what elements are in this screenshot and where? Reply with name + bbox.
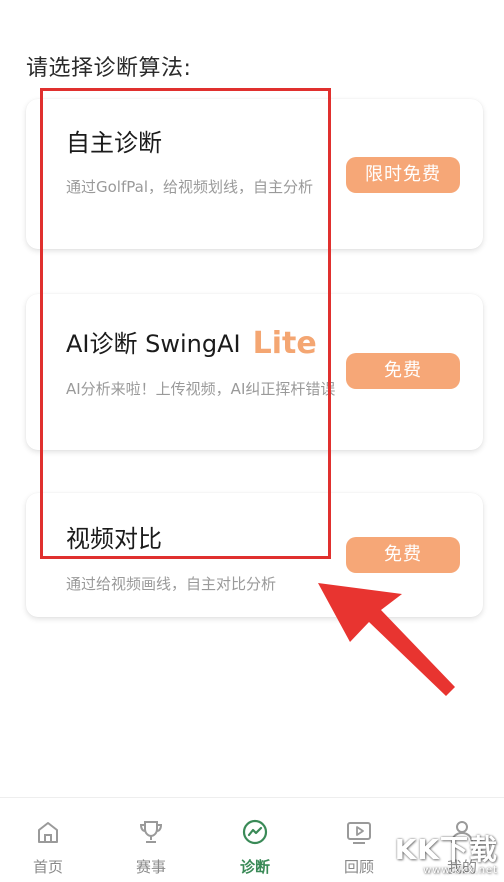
- tab-label: 赛事: [135, 858, 166, 876]
- home-icon: [38, 822, 58, 843]
- video-playback-icon: [347, 822, 371, 844]
- diagnosis-icon: [242, 819, 268, 845]
- watermark-text: KK下载: [394, 833, 498, 866]
- tab-label: 诊断: [239, 858, 270, 876]
- tab-diagnosis[interactable]: 诊断: [205, 798, 305, 882]
- limited-free-button[interactable]: 限时免费: [346, 157, 460, 193]
- annotation-highlight-box: [40, 88, 331, 559]
- tab-events[interactable]: 赛事: [101, 798, 201, 882]
- tab-home[interactable]: 首页: [0, 798, 98, 882]
- site-watermark: KK下载 www.kkx.net: [395, 835, 498, 877]
- free-button[interactable]: 免费: [346, 537, 460, 573]
- trophy-icon: [139, 821, 163, 843]
- free-button[interactable]: 免费: [346, 353, 460, 389]
- card-description: 通过给视频画线，自主对比分析: [66, 575, 277, 593]
- watermark-url: www.kkx.net: [423, 865, 498, 876]
- page-title: 请选择诊断算法:: [26, 56, 192, 81]
- tab-label: 首页: [32, 858, 63, 876]
